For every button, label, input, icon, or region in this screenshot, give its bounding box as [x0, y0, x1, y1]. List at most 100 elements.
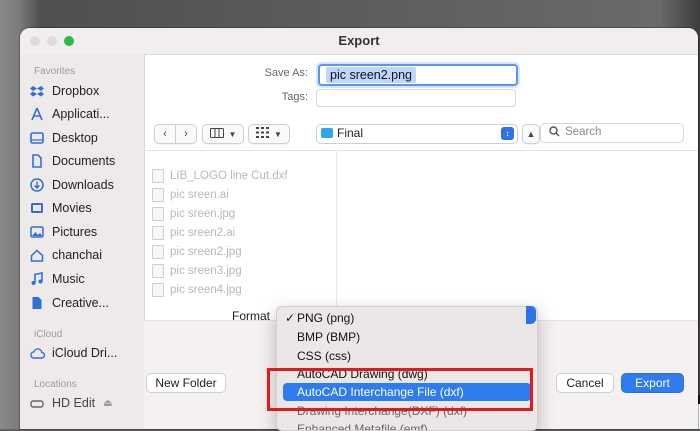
applications-icon	[28, 106, 46, 122]
file-name: pic sreen3.jpg	[170, 265, 242, 277]
sidebar-item-label: Downloads	[52, 178, 114, 192]
columns-view-icon	[209, 127, 224, 141]
cloud-icon	[28, 345, 46, 361]
chevron-down-icon: ▼	[228, 129, 237, 139]
chevron-right-icon: ›	[184, 128, 188, 140]
forward-button[interactable]: ›	[175, 124, 197, 144]
chevron-left-icon: ‹	[163, 128, 167, 140]
format-option-png[interactable]: ✓ PNG (png)	[283, 309, 531, 327]
sidebar-item-label: Documents	[52, 154, 116, 168]
cancel-button[interactable]: Cancel	[556, 373, 614, 393]
sidebar-item-label: Music	[52, 272, 85, 286]
sidebar-item-label: Dropbox	[52, 84, 100, 98]
sidebar-item-icloud-drive[interactable]: iCloud Dri...	[28, 342, 142, 364]
back-button[interactable]: ‹	[154, 124, 176, 144]
file-item[interactable]: pic sreen.jpg	[152, 206, 235, 222]
chevron-updown-icon: ↕	[501, 127, 514, 140]
search-field[interactable]: Search	[540, 123, 684, 143]
file-icon	[28, 295, 46, 311]
file-name: pic sreen.jpg	[170, 208, 236, 220]
search-placeholder: Search	[565, 126, 602, 138]
home-icon	[28, 247, 46, 263]
file-icon	[152, 245, 164, 259]
document-icon	[28, 153, 46, 169]
file-item[interactable]: pic sreen2.jpg	[152, 244, 242, 260]
movies-icon	[28, 200, 46, 216]
sidebar-item-label: Pictures	[52, 225, 98, 239]
sidebar-item-pictures[interactable]: Pictures	[28, 221, 142, 243]
sidebar-section-favorites: Favorites	[34, 66, 76, 77]
tags-label: Tags:	[281, 91, 308, 103]
annotation-highlight-box	[267, 368, 533, 411]
dialog-title: Export	[338, 33, 380, 48]
sidebar-item-hd-edit[interactable]: HD Edit ⏏	[28, 392, 142, 414]
file-item[interactable]: pic sreen2.ai	[152, 225, 235, 241]
save-as-field[interactable]: pic sreen2.png	[318, 64, 518, 86]
sidebar-item-documents[interactable]: Documents	[28, 150, 142, 172]
format-label: Format	[232, 309, 271, 323]
group-by-button[interactable]: ▼	[248, 124, 290, 144]
location-label: Final	[337, 126, 364, 140]
file-icon	[152, 169, 164, 183]
sidebar-item-label: Creative...	[52, 296, 109, 310]
export-button[interactable]: Export	[621, 373, 684, 393]
format-option-emf[interactable]: Enhanced Metafile (emf)	[283, 420, 531, 431]
file-name: pic sreen2.ai	[170, 227, 236, 239]
sidebar-item-applications[interactable]: Applicati...	[28, 103, 142, 125]
sidebar-item-label: Movies	[52, 201, 92, 215]
format-popup-stepper[interactable]	[526, 306, 536, 324]
sidebar-item-label: iCloud Dri...	[52, 346, 118, 360]
sidebar-item-home[interactable]: chanchai	[28, 244, 142, 266]
sidebar-item-dropbox[interactable]: Dropbox	[28, 80, 142, 102]
file-name: pic sreen4.jpg	[170, 284, 242, 296]
collapse-button[interactable]: ▲	[522, 124, 540, 144]
grid-icon	[256, 127, 270, 141]
music-icon	[28, 271, 46, 287]
sidebar-item-label: Desktop	[52, 131, 98, 145]
checkmark-icon: ✓	[284, 311, 296, 325]
menu-item-label: PNG (png)	[297, 311, 355, 325]
save-as-value: pic sreen2.png	[326, 67, 417, 83]
file-item[interactable]: pic sreen.ai	[152, 187, 229, 203]
file-icon	[152, 264, 164, 278]
chevron-down-icon: ▼	[274, 129, 282, 139]
sidebar-item-label: HD Edit	[52, 396, 96, 410]
format-option-bmp[interactable]: BMP (BMP)	[283, 328, 531, 346]
search-icon	[549, 126, 560, 140]
file-item[interactable]: LIB_LOGO line Cut.dxf	[152, 168, 288, 184]
column-divider	[336, 150, 337, 320]
file-name: pic sreen.ai	[170, 189, 229, 201]
sidebar-item-creative[interactable]: Creative...	[28, 292, 142, 314]
menu-item-label: BMP (BMP)	[297, 330, 361, 344]
file-name: pic sreen2.jpg	[170, 246, 242, 258]
desktop-icon	[28, 130, 46, 146]
file-name: LIB_LOGO line Cut.dxf	[170, 170, 288, 182]
sidebar-item-music[interactable]: Music	[28, 268, 142, 290]
file-icon	[152, 283, 164, 297]
title-bar: Export	[20, 28, 698, 55]
new-folder-button[interactable]: New Folder	[146, 373, 226, 393]
sidebar-item-label: Applicati...	[52, 107, 110, 121]
format-option-css[interactable]: CSS (css)	[283, 347, 531, 365]
file-icon	[152, 226, 164, 240]
sidebar-item-movies[interactable]: Movies	[28, 197, 142, 219]
tags-field[interactable]	[316, 89, 516, 107]
eject-icon[interactable]: ⏏	[103, 398, 112, 409]
disk-icon	[28, 395, 46, 411]
location-popup[interactable]: Final ↕	[316, 124, 518, 144]
file-icon	[152, 188, 164, 202]
menu-item-label: Enhanced Metafile (emf)	[297, 422, 428, 431]
chevron-up-icon: ▲	[526, 129, 536, 139]
menu-item-label: CSS (css)	[297, 349, 351, 363]
sidebar-item-desktop[interactable]: Desktop	[28, 127, 142, 149]
view-mode-button[interactable]: ▼	[202, 124, 244, 144]
file-item[interactable]: pic sreen3.jpg	[152, 263, 242, 279]
pictures-icon	[28, 224, 46, 240]
sidebar-section-icloud: iCloud	[34, 329, 63, 340]
dropbox-icon	[28, 83, 46, 99]
sidebar-item-label: chanchai	[52, 248, 103, 262]
file-icon	[152, 207, 164, 221]
file-item[interactable]: pic sreen4.jpg	[152, 282, 242, 298]
sidebar: Favorites Dropbox Applicati... Desktop D…	[20, 54, 145, 429]
sidebar-item-downloads[interactable]: Downloads	[28, 174, 142, 196]
